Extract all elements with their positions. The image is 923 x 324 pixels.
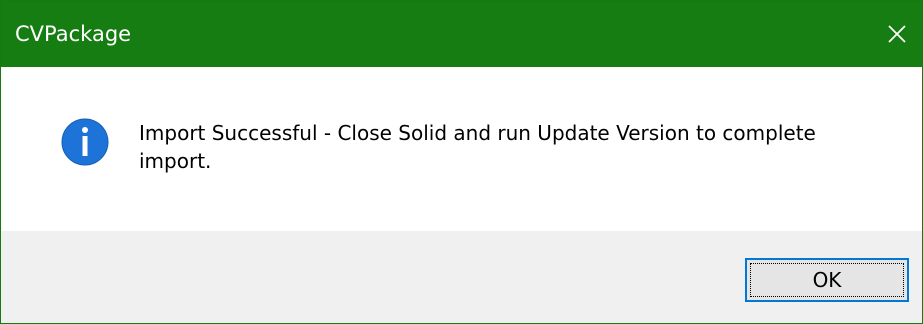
ok-button-label: OK xyxy=(812,268,842,292)
close-icon xyxy=(888,25,906,43)
ok-button[interactable]: OK xyxy=(745,258,909,302)
info-icon xyxy=(61,118,109,166)
dialog-content: Import Successful - Close Solid and run … xyxy=(1,67,922,231)
message-dialog: CVPackage Import Successful - Close Soli… xyxy=(0,0,923,324)
message-text: Import Successful - Close Solid and run … xyxy=(139,121,816,173)
close-button[interactable] xyxy=(880,17,914,51)
title-bar[interactable]: CVPackage xyxy=(1,1,922,67)
button-bar: OK xyxy=(1,231,922,323)
window-title: CVPackage xyxy=(15,22,132,46)
